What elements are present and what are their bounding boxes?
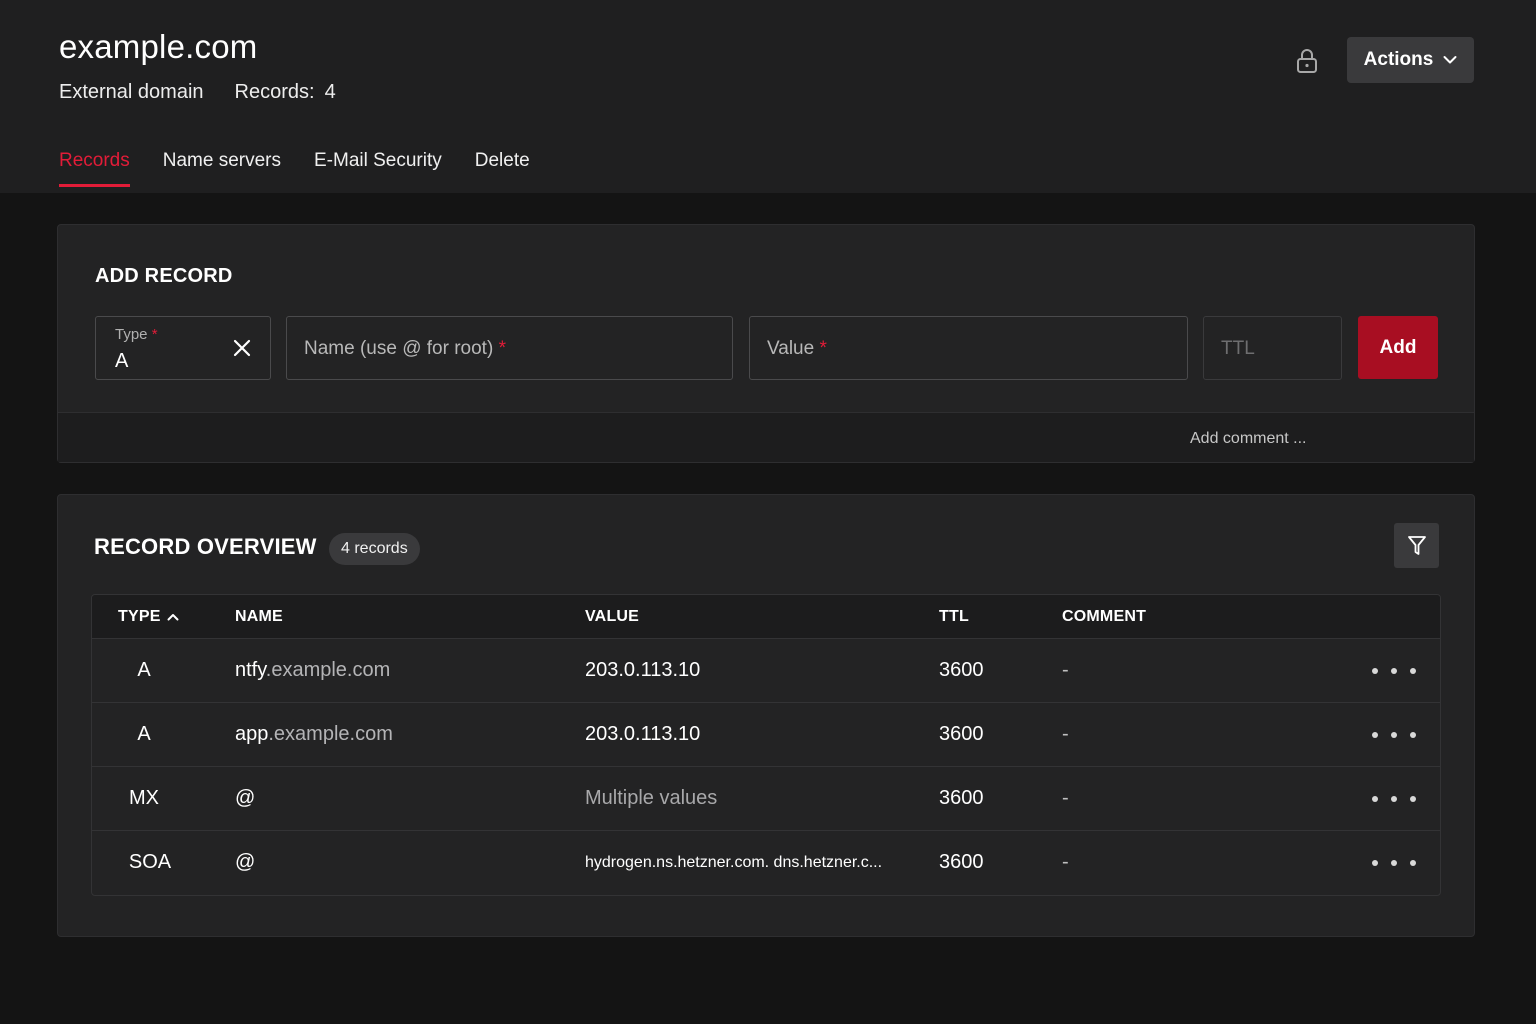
record-ttl: 3600 <box>939 659 984 681</box>
records-table: TYPE NAME VALUE TTL COMMENT A ntfy.examp… <box>91 594 1441 896</box>
record-name: @ <box>235 787 256 809</box>
type-value: A <box>115 350 129 372</box>
table-header: TYPE NAME VALUE TTL COMMENT <box>92 595 1440 639</box>
add-record-card: ADD RECORD Type * A Name (use @ for root… <box>57 224 1475 463</box>
domain-subtitle: External domain <box>59 81 204 103</box>
comment-bar: Add comment ... <box>58 412 1474 462</box>
filter-icon <box>1407 535 1426 555</box>
page-header: example.com External domain Records: 4 Ac… <box>0 0 1536 193</box>
record-type: A <box>137 659 151 681</box>
domain-title: example.com <box>59 28 258 65</box>
ttl-placeholder: TTL <box>1221 338 1255 359</box>
record-ttl: 3600 <box>939 787 984 809</box>
record-overview-title: RECORD OVERVIEW <box>94 534 317 559</box>
record-comment: - <box>1062 851 1069 873</box>
column-comment[interactable]: COMMENT <box>1062 608 1146 626</box>
records-count: Records: 4 <box>235 81 336 104</box>
table-row[interactable]: MX @ Multiple values 3600 - <box>92 767 1440 831</box>
record-overview-card: RECORD OVERVIEW 4 records TYPE NAME VALU… <box>57 494 1475 937</box>
table-row[interactable]: A ntfy.example.com 203.0.113.10 3600 - <box>92 639 1440 703</box>
record-comment: - <box>1062 723 1069 745</box>
row-more-button[interactable] <box>1372 661 1416 681</box>
value-placeholder: Value * <box>767 338 827 359</box>
more-dots-icon <box>1372 860 1378 866</box>
filter-button[interactable] <box>1394 523 1439 568</box>
tab-email-security[interactable]: E-Mail Security <box>314 150 442 187</box>
tab-records[interactable]: Records <box>59 150 130 187</box>
type-label: Type * <box>115 326 158 343</box>
record-comment: - <box>1062 659 1069 681</box>
add-button[interactable]: Add <box>1358 316 1438 379</box>
lock-icon <box>1297 49 1317 73</box>
table-row[interactable]: SOA @ hydrogen.ns.hetzner.com. dns.hetzn… <box>92 831 1440 895</box>
more-dots-icon <box>1372 796 1378 802</box>
sort-up-icon <box>167 613 179 621</box>
record-type: SOA <box>128 851 172 873</box>
column-ttl[interactable]: TTL <box>939 608 969 626</box>
column-type[interactable]: TYPE <box>118 608 179 626</box>
record-name: @ <box>235 851 256 873</box>
table-row[interactable]: A app.example.com 203.0.113.10 3600 - <box>92 703 1440 767</box>
name-input[interactable]: Name (use @ for root) * <box>286 316 733 380</box>
add-comment-link[interactable]: Add comment ... <box>1190 430 1307 448</box>
type-select[interactable]: Type * A <box>95 316 271 380</box>
column-value[interactable]: VALUE <box>585 608 639 626</box>
record-type: A <box>137 723 151 745</box>
tab-delete[interactable]: Delete <box>475 150 530 187</box>
record-value: 203.0.113.10 <box>585 723 701 745</box>
domain-meta: External domain Records: 4 <box>59 81 336 104</box>
more-dots-icon <box>1372 668 1378 674</box>
add-record-title: ADD RECORD <box>95 265 233 287</box>
records-badge: 4 records <box>329 533 420 565</box>
column-name[interactable]: NAME <box>235 608 283 626</box>
tab-name-servers[interactable]: Name servers <box>163 150 281 187</box>
record-name: ntfy.example.com <box>235 659 391 681</box>
row-more-button[interactable] <box>1372 853 1416 873</box>
record-ttl: 3600 <box>939 851 984 873</box>
value-input[interactable]: Value * <box>749 316 1188 380</box>
lock-button[interactable] <box>1290 44 1324 78</box>
records-count-value: 4 <box>324 81 336 103</box>
name-placeholder: Name (use @ for root) * <box>304 338 506 359</box>
tab-bar: Records Name servers E-Mail Security Del… <box>59 150 563 187</box>
row-more-button[interactable] <box>1372 789 1416 809</box>
close-icon[interactable] <box>232 338 252 358</box>
chevron-down-icon <box>1443 56 1457 64</box>
record-ttl: 3600 <box>939 723 984 745</box>
records-count-label: Records: <box>234 81 315 103</box>
more-dots-icon <box>1372 732 1378 738</box>
record-value: Multiple values <box>585 787 718 809</box>
record-value: 203.0.113.10 <box>585 659 701 681</box>
record-comment: - <box>1062 787 1069 809</box>
ttl-input[interactable]: TTL <box>1203 316 1342 380</box>
actions-label: Actions <box>1363 49 1434 70</box>
record-value: hydrogen.ns.hetzner.com. dns.hetzner.c..… <box>585 854 883 871</box>
record-type: MX <box>129 787 159 809</box>
row-more-button[interactable] <box>1372 725 1416 745</box>
record-name: app.example.com <box>235 723 393 745</box>
actions-button[interactable]: Actions <box>1347 37 1474 83</box>
